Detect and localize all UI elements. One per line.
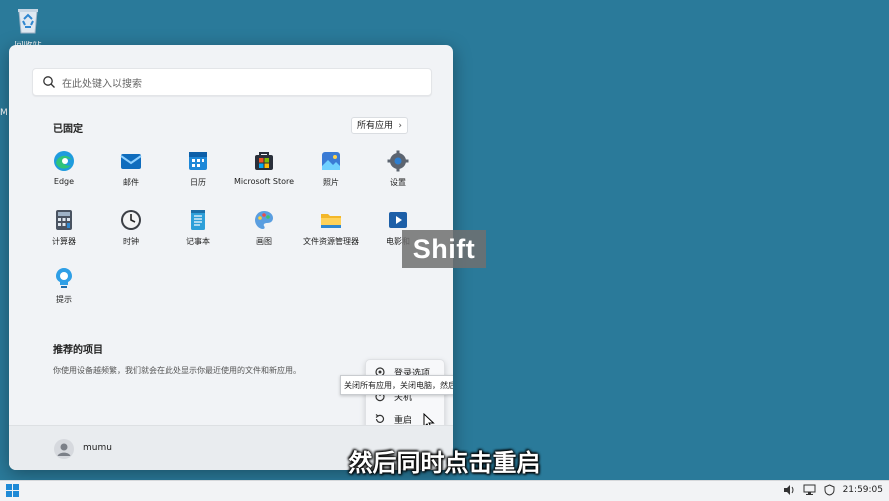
all-apps-button[interactable]: 所有应用 › — [351, 117, 408, 134]
system-tray: 21:59:05 — [783, 484, 883, 498]
search-placeholder: 在此处键入以搜索 — [62, 79, 142, 90]
app-label: 日历 — [190, 178, 206, 187]
restart-icon — [375, 414, 385, 423]
security-icon[interactable] — [823, 484, 836, 496]
paint-icon — [255, 211, 273, 229]
store-icon — [255, 152, 273, 170]
app-label: 画图 — [256, 237, 272, 246]
app-mail[interactable]: 邮件 — [98, 149, 164, 188]
app-notepad[interactable]: 记事本 — [165, 208, 231, 247]
chevron-right-icon: › — [398, 121, 402, 131]
app-label: Microsoft Store — [233, 177, 295, 186]
app-calendar[interactable]: 日历 — [165, 149, 231, 188]
app-label: 计算器 — [52, 237, 76, 246]
key-overlay: Shift — [402, 230, 486, 268]
volume-icon[interactable] — [783, 484, 796, 496]
app-label: 提示 — [56, 295, 72, 304]
notepad-icon — [191, 210, 205, 230]
app-label: Edge — [53, 177, 75, 186]
taskbar: 21:59:05 — [0, 480, 889, 501]
clock-icon — [121, 210, 141, 230]
app-photos[interactable]: 照片 — [298, 149, 364, 188]
all-apps-label: 所有应用 — [357, 121, 394, 131]
start-menu: 在此处键入以搜索 已固定 所有应用 › Edge 邮件 日历 Microsoft… — [9, 45, 453, 470]
photos-icon — [322, 152, 340, 170]
app-paint[interactable]: 画图 — [231, 208, 297, 247]
app-label: 时钟 — [123, 237, 139, 246]
search-icon — [43, 76, 55, 88]
recycle-bin[interactable]: 回收站 — [8, 5, 48, 47]
app-calculator[interactable]: 计算器 — [31, 208, 97, 247]
pinned-title: 已固定 — [53, 124, 83, 135]
edge-icon — [54, 151, 74, 171]
recommended-title: 推荐的项目 — [53, 345, 103, 356]
restart-tooltip: 关闭所有应用，关闭电脑，然后重新打开电脑。 — [340, 375, 453, 395]
windows-start-icon[interactable] — [6, 484, 19, 497]
app-microsoft-store[interactable]: Microsoft Store — [231, 149, 297, 186]
calendar-icon — [189, 152, 207, 170]
recycle-bin-icon — [18, 9, 38, 34]
calculator-icon — [56, 210, 72, 230]
folder-icon — [321, 214, 341, 228]
app-clock[interactable]: 时钟 — [98, 208, 164, 247]
app-file-explorer[interactable]: 文件资源管理器 — [298, 208, 364, 247]
desktop-edge-icon-fragment: M — [0, 108, 8, 118]
app-edge[interactable]: Edge — [31, 149, 97, 186]
video-subtitle: 然后同时点击重启 — [348, 449, 541, 477]
taskbar-clock[interactable]: 21:59:05 — [843, 485, 883, 495]
movies-icon — [389, 212, 407, 228]
network-icon[interactable] — [803, 484, 816, 496]
search-input[interactable]: 在此处键入以搜索 — [32, 68, 432, 96]
app-label: 设置 — [390, 178, 406, 187]
app-settings[interactable]: 设置 — [365, 149, 431, 188]
app-tips[interactable]: 提示 — [31, 266, 97, 305]
mail-icon — [120, 154, 142, 169]
gear-icon — [387, 150, 409, 172]
app-label: 照片 — [323, 178, 339, 187]
recommended-description: 你使用设备越频繁，我们就会在此处显示你最近使用的文件和新应用。 — [53, 366, 301, 375]
tips-icon — [56, 268, 72, 288]
app-label: 文件资源管理器 — [303, 237, 359, 246]
app-label: 邮件 — [123, 178, 139, 187]
app-label: 记事本 — [186, 237, 210, 246]
